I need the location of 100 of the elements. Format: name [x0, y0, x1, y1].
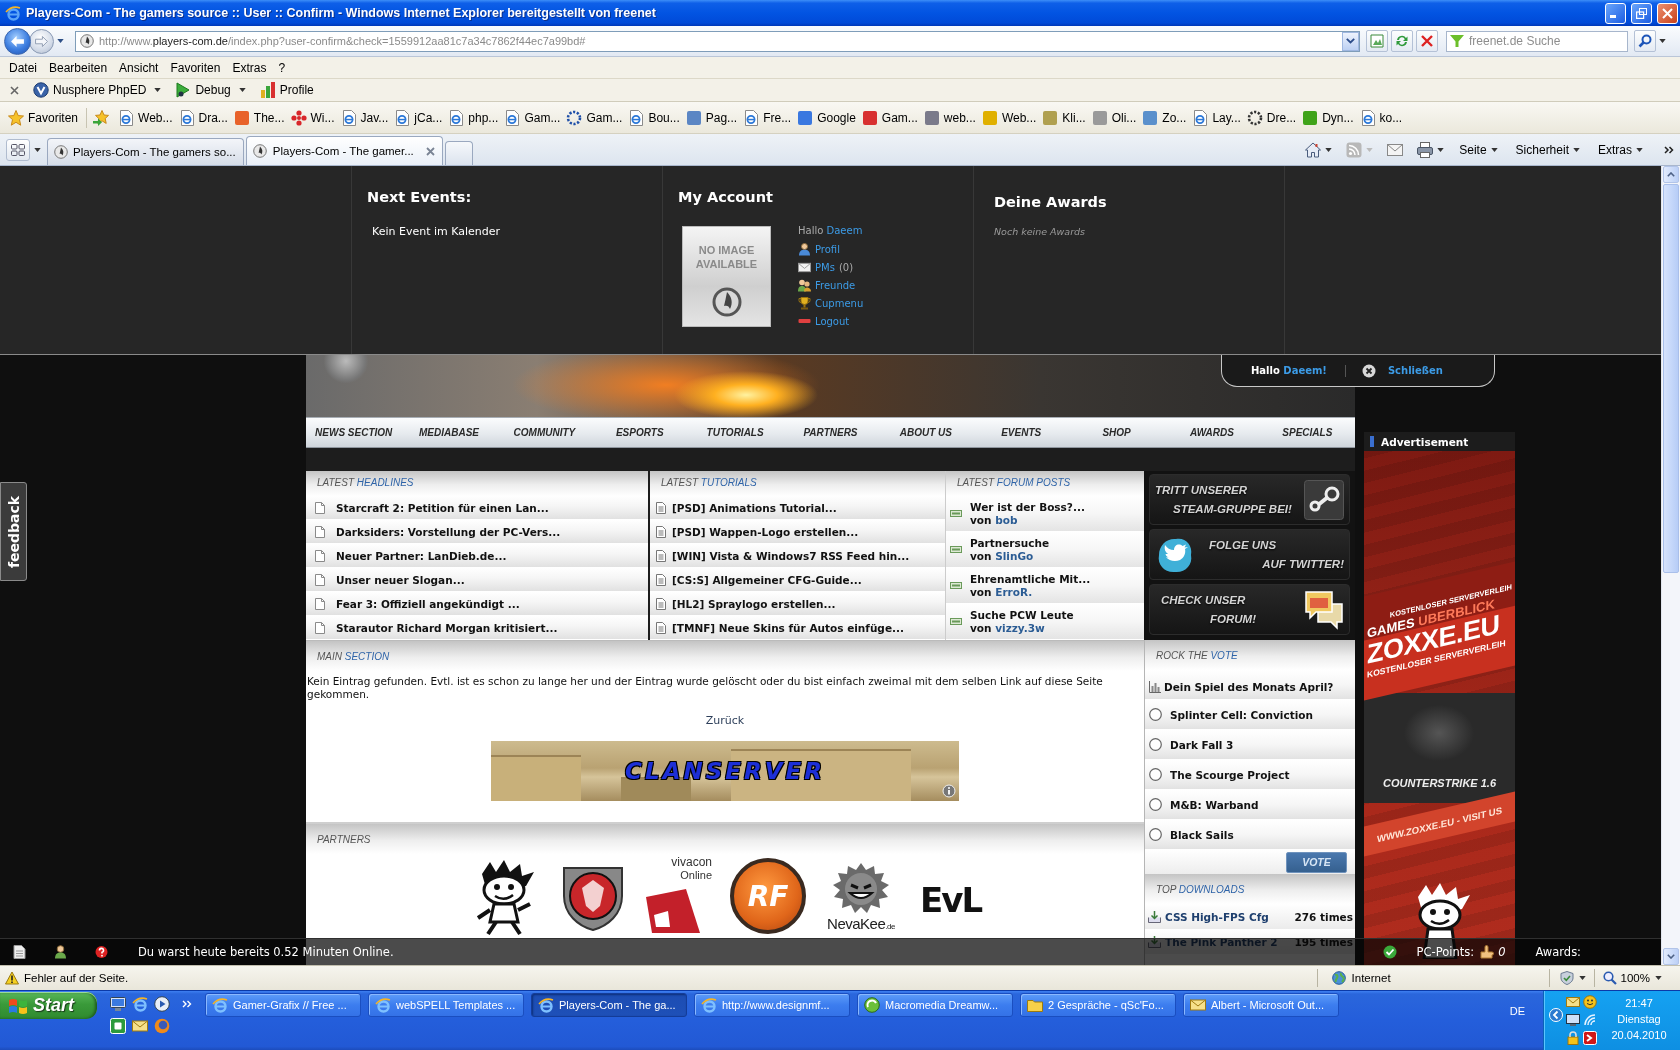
close-button[interactable]	[1657, 2, 1678, 24]
favorite-link[interactable]: Jav...	[337, 106, 392, 129]
close-icon[interactable]	[10, 85, 19, 95]
nav-link[interactable]: EVENTS	[1001, 427, 1042, 438]
scroll-down-button[interactable]	[1663, 948, 1679, 965]
play-circle-icon[interactable]	[154, 996, 170, 1012]
favorite-link[interactable]: Dre...	[1243, 106, 1300, 129]
close-panel-button[interactable]: Schließen	[1361, 363, 1443, 378]
close-tab-icon[interactable]	[425, 146, 435, 156]
home-icon[interactable]	[1305, 141, 1322, 158]
account-link[interactable]: Profil	[815, 243, 840, 255]
tile-icon[interactable]	[110, 1018, 126, 1034]
partner-logo[interactable]: vivacon Online	[646, 856, 712, 936]
command-menu-button[interactable]: Seite	[1456, 142, 1501, 157]
browser-tab[interactable]: Players-Com - The gamers so...	[47, 138, 244, 165]
minimize-button[interactable]	[1605, 2, 1626, 24]
promo-banner[interactable]: TRITT UNSERER STEAM-GRUPPE BEI!	[1149, 474, 1350, 525]
radio-button[interactable]	[1149, 738, 1162, 751]
toolbar-button[interactable]: Nusphere PhpED	[31, 82, 149, 98]
menu-item[interactable]: Favoriten	[164, 60, 227, 75]
headline-item[interactable]: Fear 3: Offiziell angekündigt ...	[306, 592, 648, 616]
partner-logo[interactable]: NevaKee.de	[824, 863, 898, 936]
favorite-link[interactable]: Zo...	[1139, 106, 1190, 129]
menu-item[interactable]: Extras	[226, 60, 273, 75]
tutorial-item[interactable]: [TMNF] Neue Skins für Autos einfüge...	[650, 616, 945, 640]
nav-link[interactable]: TUTORIALS	[706, 427, 764, 438]
nav-link[interactable]: NEWS SECTION	[315, 427, 393, 438]
taskbar-button[interactable]: Albert - Microsoft Out...	[1183, 993, 1339, 1017]
nav-link[interactable]: COMMUNITY	[513, 427, 576, 438]
account-link[interactable]: PMs	[815, 261, 835, 273]
taskbar-button[interactable]: webSPELL Templates ...	[368, 993, 524, 1017]
back-link[interactable]: Zurück	[705, 714, 745, 727]
nav-link[interactable]: ESPORTS	[615, 427, 664, 438]
envelope-icon[interactable]	[1387, 141, 1404, 158]
browser-tab[interactable]: Players-Com - The gamer...	[245, 136, 443, 165]
quick-tabs-button[interactable]	[6, 138, 30, 161]
menu-item[interactable]: ?	[272, 60, 292, 75]
favorite-link[interactable]: The...	[230, 106, 288, 129]
nav-link[interactable]: SPECIALS	[1282, 427, 1333, 438]
partner-logo[interactable]: EvL	[920, 880, 982, 920]
monitor-icon[interactable]	[110, 996, 126, 1012]
radio-button[interactable]	[1149, 708, 1162, 721]
warning-icon[interactable]	[5, 971, 19, 985]
printer-icon[interactable]	[1417, 141, 1434, 158]
favorite-link[interactable]: Google	[794, 106, 859, 129]
clanserver-banner[interactable]: CLANSERVER	[491, 741, 959, 801]
account-link[interactable]: Freunde	[815, 279, 856, 291]
favorite-link[interactable]: Web...	[115, 106, 176, 129]
favorite-link[interactable]: ko...	[1356, 106, 1406, 129]
vote-button[interactable]: VOTE	[1286, 851, 1347, 873]
menu-item[interactable]: Bearbeiten	[43, 60, 114, 75]
taskbar-button[interactable]: http://www.designmf...	[694, 993, 850, 1017]
info-icon[interactable]	[942, 784, 956, 798]
address-dropdown-button[interactable]	[1342, 31, 1359, 51]
nav-link[interactable]: PARTNERS	[803, 427, 858, 438]
caret-icon[interactable]	[238, 88, 246, 92]
refresh-button[interactable]	[1391, 30, 1413, 52]
tutorial-item[interactable]: [HL2] Spraylogo erstellen...	[650, 592, 945, 616]
compatibility-view-button[interactable]	[1366, 30, 1388, 52]
chevron-badge-icon[interactable]	[1583, 1031, 1597, 1045]
promo-banner[interactable]: CHECK UNSER FORUM!	[1149, 584, 1350, 635]
stop-button[interactable]	[1416, 30, 1438, 52]
radio-button[interactable]	[1149, 798, 1162, 811]
favorite-link[interactable]: Pag...	[682, 106, 741, 129]
caret-icon[interactable]	[1578, 976, 1586, 980]
nav-link[interactable]: SHOP	[1102, 427, 1131, 438]
favorite-link[interactable]: Lay...	[1189, 106, 1244, 129]
taskbar-button[interactable]: 2 Gespräche - qSc'Fo...	[1020, 993, 1176, 1017]
command-menu-button[interactable]: Extras	[1595, 142, 1646, 157]
author-link[interactable]: bob	[995, 513, 1018, 526]
headline-item[interactable]: Starcraft 2: Petition für einen Lan...	[306, 496, 648, 520]
favorite-link[interactable]: Dyn...	[1299, 106, 1357, 129]
help-icon[interactable]	[95, 945, 108, 959]
document-icon[interactable]	[13, 945, 26, 959]
favorite-link[interactable]: Wi...	[287, 106, 338, 129]
favorite-link[interactable]: web...	[920, 106, 979, 129]
favorite-link[interactable]: Kli...	[1039, 106, 1089, 129]
favorite-link[interactable]: Oli...	[1088, 106, 1140, 129]
globe-icon[interactable]	[154, 1018, 170, 1034]
caret-icon[interactable]	[57, 39, 64, 43]
caret-icon[interactable]	[1437, 147, 1445, 152]
favorite-link[interactable]: jCa...	[391, 106, 446, 129]
search-button[interactable]	[1634, 30, 1656, 52]
nav-link[interactable]: ABOUT US	[899, 427, 952, 438]
search-field[interactable]: freenet.de Suche	[1446, 30, 1628, 52]
feedback-tab[interactable]: feedback	[0, 482, 27, 581]
author-link[interactable]: SlinGo	[995, 549, 1034, 562]
toolbar-button[interactable]: Debug	[173, 82, 233, 98]
favorite-link[interactable]: Dra...	[175, 106, 231, 129]
vertical-scrollbar[interactable]	[1661, 166, 1680, 965]
radio-button[interactable]	[1149, 828, 1162, 841]
start-button[interactable]: Start	[0, 992, 97, 1019]
favorite-link[interactable]: Gam...	[501, 106, 564, 129]
promo-banner[interactable]: FOLGE UNS AUF TWITTER!	[1149, 529, 1350, 580]
nav-link[interactable]: AWARDS	[1190, 427, 1234, 438]
scroll-up-button[interactable]	[1663, 166, 1679, 183]
radio-button[interactable]	[1149, 768, 1162, 781]
favorite-link[interactable]: Fre...	[740, 106, 795, 129]
tutorial-item[interactable]: [PSD] Animations Tutorial...	[650, 496, 945, 520]
back-button[interactable]	[4, 27, 31, 55]
